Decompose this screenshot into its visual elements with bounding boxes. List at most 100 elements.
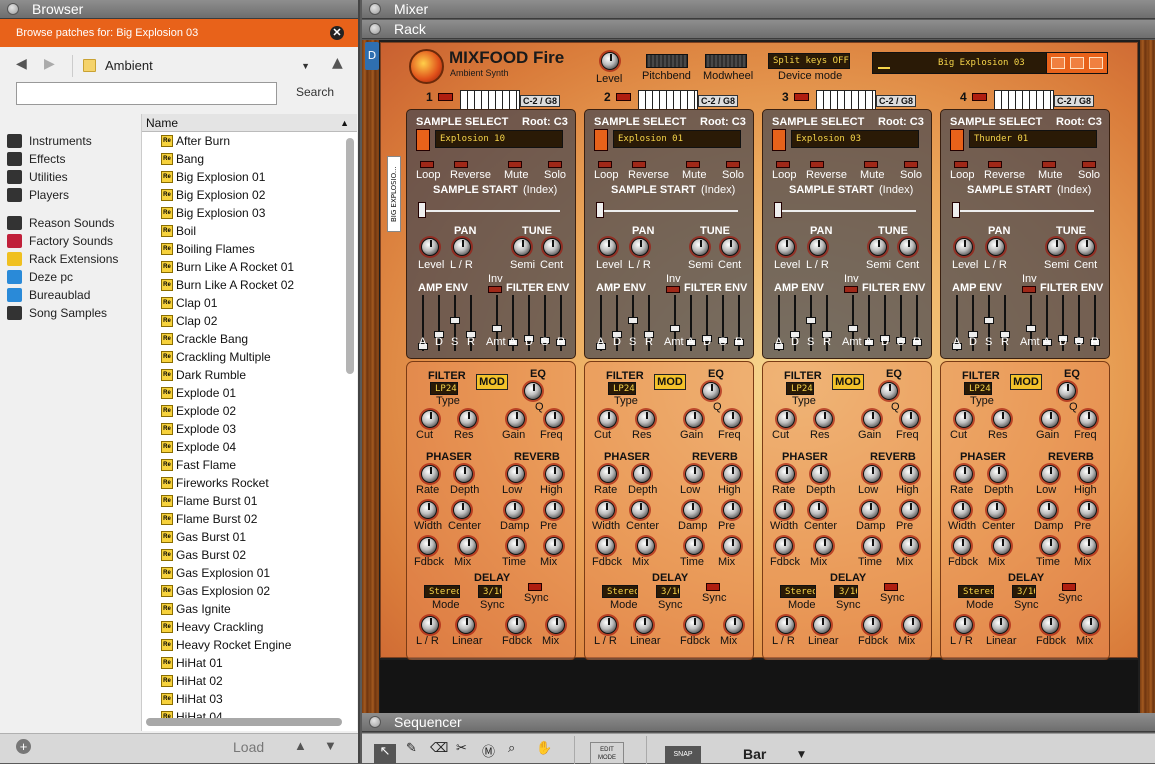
mix-knob[interactable]	[901, 537, 919, 555]
rate-knob[interactable]	[955, 465, 973, 483]
mixer-title-bar[interactable]: Mixer	[362, 0, 1155, 19]
list-item[interactable]: Re Explode 04	[142, 438, 357, 456]
width-knob[interactable]	[419, 501, 437, 519]
lr-knob[interactable]	[453, 238, 471, 256]
pre-knob[interactable]	[723, 501, 741, 519]
delay-fdbck-knob[interactable]	[1041, 616, 1059, 634]
delay-linear-knob[interactable]	[991, 616, 1009, 634]
q-knob[interactable]	[524, 382, 542, 400]
filter-type-display[interactable]: LP24	[786, 382, 814, 395]
fader-handle[interactable]	[848, 325, 858, 332]
fader-handle[interactable]	[806, 317, 816, 324]
cent-knob[interactable]	[543, 238, 561, 256]
time-knob[interactable]	[507, 537, 525, 555]
rack-fold-icon[interactable]: D	[365, 42, 379, 70]
freq-knob[interactable]	[545, 410, 563, 428]
delay-linear-knob[interactable]	[457, 616, 475, 634]
delay-lr-knob[interactable]	[777, 616, 795, 634]
damp-knob[interactable]	[1039, 501, 1057, 519]
q-knob[interactable]	[702, 382, 720, 400]
list-item[interactable]: Re Heavy Crackling	[142, 618, 357, 636]
depth-knob[interactable]	[989, 465, 1007, 483]
list-item[interactable]: Re Gas Burst 02	[142, 546, 357, 564]
sample-start-slider[interactable]	[598, 210, 738, 212]
layer-enable-led[interactable]	[794, 93, 809, 101]
reverse-button[interactable]	[632, 161, 646, 168]
list-item[interactable]: Re Heavy Rocket Engine	[142, 636, 357, 654]
reverse-button[interactable]	[810, 161, 824, 168]
sample-arrows[interactable]	[772, 129, 786, 151]
edit-mode-button[interactable]: EDIT MODE	[590, 742, 624, 764]
list-item[interactable]: Re Explode 03	[142, 420, 357, 438]
magnify-icon[interactable]: ⌕	[508, 741, 515, 756]
fader-handle[interactable]	[1026, 325, 1036, 332]
snap-value-dropdown[interactable]: Bar	[743, 746, 766, 762]
sample-start-slider[interactable]	[954, 210, 1094, 212]
fader-handle[interactable]	[492, 325, 502, 332]
list-item[interactable]: Re Bang	[142, 150, 357, 168]
fader-handle[interactable]	[628, 317, 638, 324]
center-knob[interactable]	[809, 501, 827, 519]
pre-knob[interactable]	[1079, 501, 1097, 519]
delay-mix-knob[interactable]	[1081, 616, 1099, 634]
lr-knob[interactable]	[809, 238, 827, 256]
search-button[interactable]: Search	[296, 85, 334, 99]
search-input[interactable]	[16, 82, 277, 105]
gain-knob[interactable]	[1041, 410, 1059, 428]
filter-type-display[interactable]: LP24	[608, 382, 636, 395]
list-item[interactable]: Re After Burn	[142, 132, 357, 150]
level-knob[interactable]	[955, 238, 973, 256]
pitchbend-wheel[interactable]	[646, 54, 688, 68]
gain-knob[interactable]	[685, 410, 703, 428]
center-knob[interactable]	[453, 501, 471, 519]
delay-fdbck-knob[interactable]	[685, 616, 703, 634]
snap-button[interactable]: SNAP	[665, 746, 701, 764]
inv-button[interactable]	[488, 286, 502, 293]
delay-lr-knob[interactable]	[599, 616, 617, 634]
layer-enable-led[interactable]	[972, 93, 987, 101]
loop-button[interactable]	[954, 161, 968, 168]
fdbck-knob[interactable]	[953, 537, 971, 555]
split-keys-display[interactable]: Split keys OFF	[768, 53, 850, 69]
sidebar-item[interactable]: Reason Sounds	[0, 214, 140, 232]
load-button[interactable]: Load	[233, 739, 264, 755]
time-knob[interactable]	[1041, 537, 1059, 555]
delay-linear-knob[interactable]	[635, 616, 653, 634]
mix-knob[interactable]	[815, 537, 833, 555]
sample-start-slider[interactable]	[776, 210, 916, 212]
semi-knob[interactable]	[513, 238, 531, 256]
list-item[interactable]: Re Boiling Flames	[142, 240, 357, 258]
delay-fdbck-knob[interactable]	[507, 616, 525, 634]
collapse-icon[interactable]	[369, 3, 381, 15]
fdbck-knob[interactable]	[419, 537, 437, 555]
list-item[interactable]: Re Gas Ignite	[142, 600, 357, 618]
sample-display[interactable]: Explosion 03	[791, 130, 919, 148]
sync-button[interactable]	[1062, 583, 1076, 591]
sample-display[interactable]: Thunder 01	[969, 130, 1097, 148]
level-knob[interactable]	[599, 238, 617, 256]
eraser-icon[interactable]: ⌫	[430, 741, 448, 756]
mute-button[interactable]	[508, 161, 522, 168]
q-knob[interactable]	[1058, 382, 1076, 400]
sidebar-item[interactable]: Rack Extensions	[0, 250, 140, 268]
folder-icon[interactable]	[1070, 57, 1084, 69]
gain-knob[interactable]	[863, 410, 881, 428]
loop-button[interactable]	[776, 161, 790, 168]
list-item[interactable]: Re Gas Burst 01	[142, 528, 357, 546]
gain-knob[interactable]	[507, 410, 525, 428]
fader-handle[interactable]	[984, 317, 994, 324]
sample-arrows[interactable]	[594, 129, 608, 151]
high-knob[interactable]	[723, 465, 741, 483]
res-knob[interactable]	[815, 410, 833, 428]
close-icon[interactable]: ✕	[330, 26, 344, 40]
delay-mode-display[interactable]: Stereo	[958, 585, 994, 598]
pencil-icon[interactable]: ✎	[406, 741, 417, 756]
time-knob[interactable]	[685, 537, 703, 555]
semi-knob[interactable]	[869, 238, 887, 256]
sample-display[interactable]: Explosion 10	[435, 130, 563, 148]
depth-knob[interactable]	[811, 465, 829, 483]
cent-knob[interactable]	[899, 238, 917, 256]
delay-mode-display[interactable]: Stereo	[780, 585, 816, 598]
sidebar-item[interactable]: Effects	[0, 150, 140, 168]
freq-knob[interactable]	[1079, 410, 1097, 428]
